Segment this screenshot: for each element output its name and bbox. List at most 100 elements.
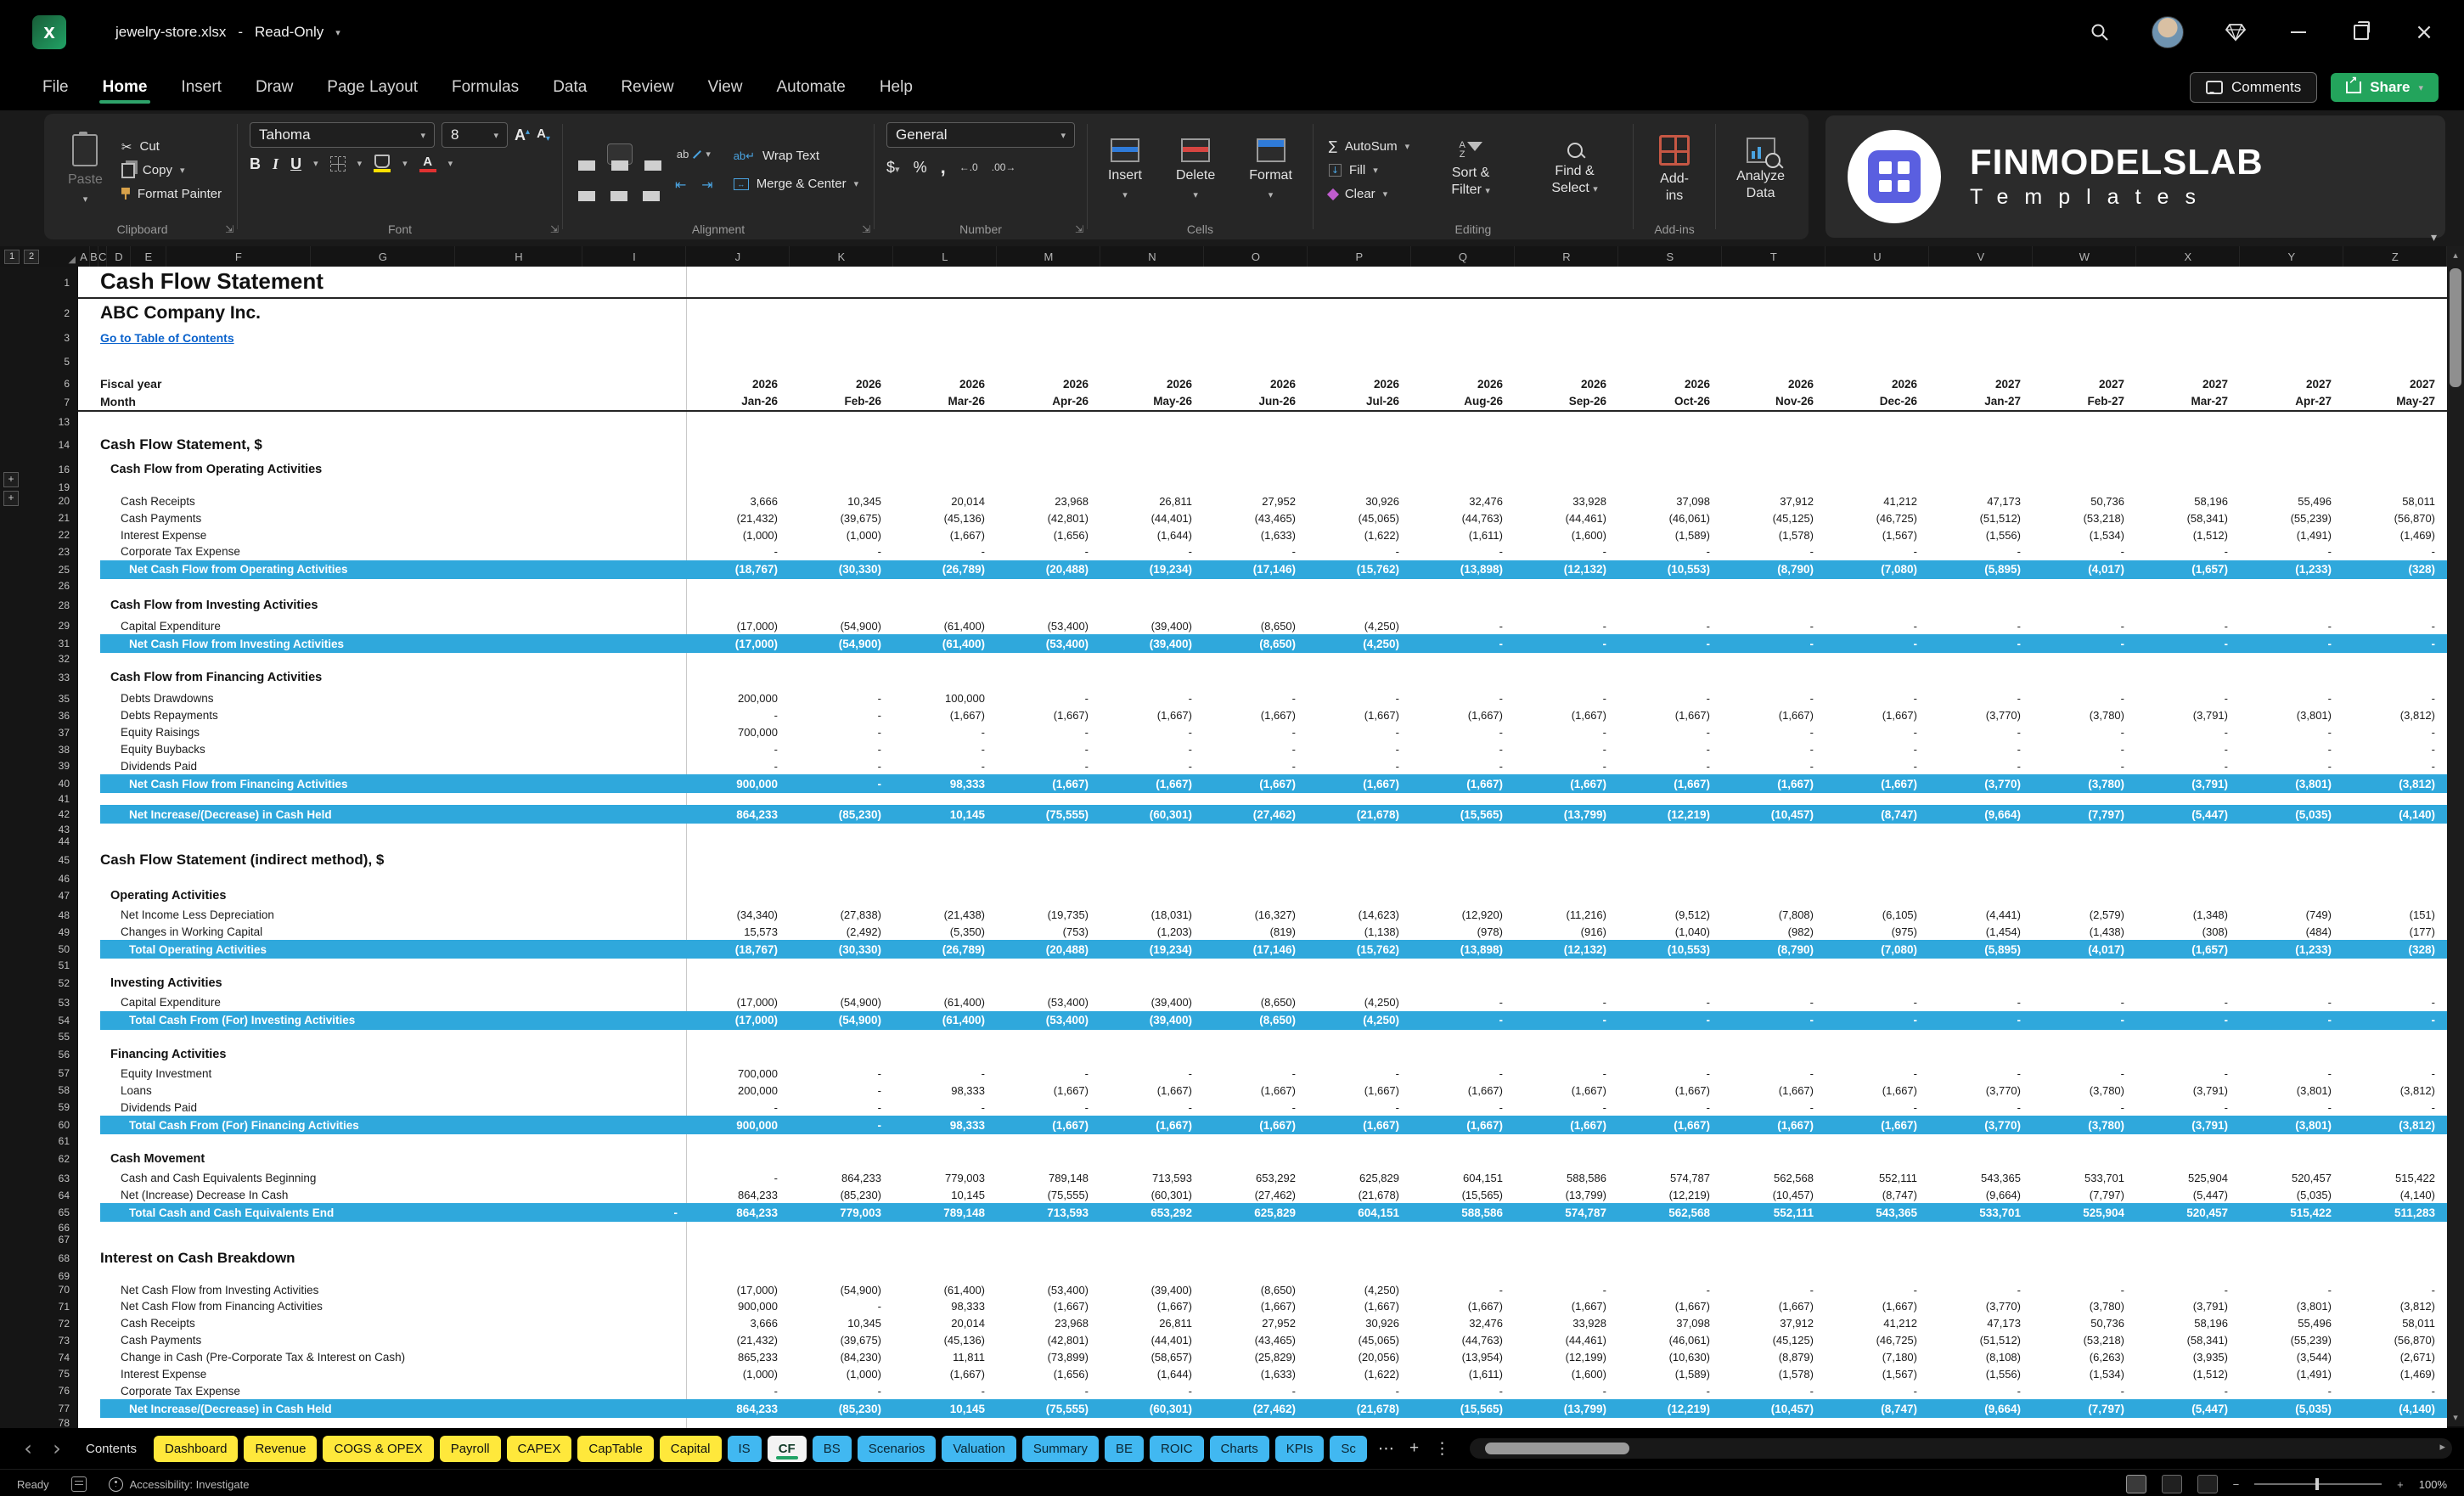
cell[interactable]: (61,400) [893,638,997,650]
cell[interactable]: - [1825,743,1929,756]
cell[interactable]: - [2240,545,2343,558]
cell[interactable]: - [1411,726,1515,739]
row-header-50[interactable]: 50 [0,940,78,959]
sheet-tab-cf[interactable]: CF [768,1436,807,1462]
cell[interactable]: (53,400) [997,996,1100,1009]
font-color-button[interactable]: A [419,155,436,172]
cell[interactable]: - [1308,545,1411,558]
cell[interactable]: (10,630) [1618,1351,1722,1364]
cell[interactable]: - [2343,1385,2447,1398]
row-header-33[interactable]: 33 [0,665,78,690]
cell[interactable]: 779,003 [790,1206,893,1219]
cell[interactable]: (3,812) [2343,1084,2447,1097]
cell[interactable]: (60,301) [1100,1189,1204,1201]
column-header-Y[interactable]: Y [2240,246,2343,267]
cell[interactable]: 588,586 [1411,1206,1515,1219]
cell[interactable]: (3,801) [2240,1119,2343,1132]
cell[interactable]: (1,657) [2136,563,2240,576]
row-header-55[interactable]: 55 [0,1030,78,1043]
cell[interactable]: 32,476 [1411,1317,1515,1330]
cell[interactable]: 2026 [1825,378,1929,391]
cell[interactable]: 23,968 [997,495,1100,508]
number-dialog-launcher-icon[interactable]: ⇲ [1075,223,1083,235]
row-header-68[interactable]: 68 [0,1246,78,1271]
cell[interactable]: (10,457) [1722,1403,1825,1415]
cell[interactable]: (56,870) [2343,1334,2447,1347]
row-header-43[interactable]: 43 [0,824,78,835]
row-header-29[interactable]: 29 [0,617,78,634]
cell[interactable]: (85,230) [790,1403,893,1415]
cell[interactable]: 713,593 [1100,1172,1204,1184]
cell[interactable]: - [1929,1284,2033,1296]
cell[interactable]: - [1100,760,1204,773]
cell[interactable]: (5,035) [2240,1403,2343,1415]
cell[interactable]: (12,219) [1618,1403,1722,1415]
cell[interactable]: 200,000 [686,692,790,705]
cell[interactable]: - [997,1067,1100,1080]
row-header-51[interactable]: 51 [0,959,78,972]
cell[interactable]: - [2240,996,2343,1009]
row-header-45[interactable]: 45 [0,847,78,873]
cell[interactable]: - [2033,743,2136,756]
row-header-14[interactable]: 14 [0,432,78,458]
cell[interactable]: (3,812) [2343,709,2447,722]
cell[interactable]: 26,811 [1100,495,1204,508]
cell[interactable]: (2,671) [2343,1351,2447,1364]
cell[interactable]: Dec-26 [1825,395,1929,408]
fill-color-button[interactable] [374,155,391,172]
cell[interactable]: (61,400) [893,1284,997,1296]
cell[interactable]: (53,400) [997,638,1100,650]
cell[interactable]: (10,457) [1722,808,1825,821]
cell[interactable]: 520,457 [2240,1172,2343,1184]
cell[interactable]: (21,438) [893,908,997,921]
cell[interactable]: 700,000 [686,726,790,739]
cell[interactable]: (17,146) [1204,563,1308,576]
cell[interactable]: 30,926 [1308,495,1411,508]
cell[interactable]: (8,650) [1204,1014,1308,1026]
cell[interactable]: (3,791) [2136,778,2240,790]
row-header-69[interactable]: 69 [0,1271,78,1281]
cell[interactable]: (39,400) [1100,620,1204,633]
cell[interactable]: 779,003 [893,1172,997,1184]
cell[interactable]: - [1825,760,1929,773]
cell[interactable]: - [2033,545,2136,558]
cell[interactable]: - [790,709,893,722]
cell[interactable]: (1,000) [790,529,893,542]
cell[interactable]: 525,904 [2136,1172,2240,1184]
cell[interactable]: - [1308,743,1411,756]
row-header-48[interactable]: 48 [0,907,78,924]
row-header-31[interactable]: 31 [0,634,78,653]
number-format-select[interactable]: General▾ [886,122,1075,148]
cell[interactable]: - [790,692,893,705]
cell[interactable]: (1,000) [686,1368,790,1381]
cell[interactable]: (10,553) [1618,943,1722,956]
align-right-button[interactable] [639,175,663,194]
cell[interactable]: 2026 [1411,378,1515,391]
cell[interactable]: 33,928 [1515,495,1618,508]
cell[interactable]: Mar-27 [2136,395,2240,408]
cell[interactable]: (1,667) [893,529,997,542]
cell[interactable]: - [1722,620,1825,633]
decrease-indent-button[interactable]: ⇤ [672,173,689,196]
copy-button[interactable]: Copy ▾ [118,160,225,181]
column-header-Q[interactable]: Q [1411,246,1515,267]
cell[interactable]: - [1411,1385,1515,1398]
cell[interactable]: (17,146) [1204,943,1308,956]
cell[interactable]: - [2033,1014,2136,1026]
cell[interactable]: (484) [2240,925,2343,938]
cell[interactable]: (916) [1515,925,1618,938]
cell[interactable]: (1,667) [1411,709,1515,722]
sheet-tab-valuation[interactable]: Valuation [942,1436,1015,1462]
cell[interactable]: (1,667) [1825,1300,1929,1313]
cell[interactable]: (55,239) [2240,1334,2343,1347]
sheet-tab-captable[interactable]: CapTable [577,1436,653,1462]
cell[interactable]: Jan-26 [686,395,790,408]
cell[interactable]: 15,573 [686,925,790,938]
cell[interactable]: - [1722,1385,1825,1398]
cell[interactable]: 789,148 [893,1206,997,1219]
cell[interactable]: - [686,1385,790,1398]
column-header-V[interactable]: V [1929,246,2033,267]
underline-button[interactable]: U [290,156,301,172]
cell[interactable]: 100,000 [893,692,997,705]
cell[interactable]: - [1722,726,1825,739]
